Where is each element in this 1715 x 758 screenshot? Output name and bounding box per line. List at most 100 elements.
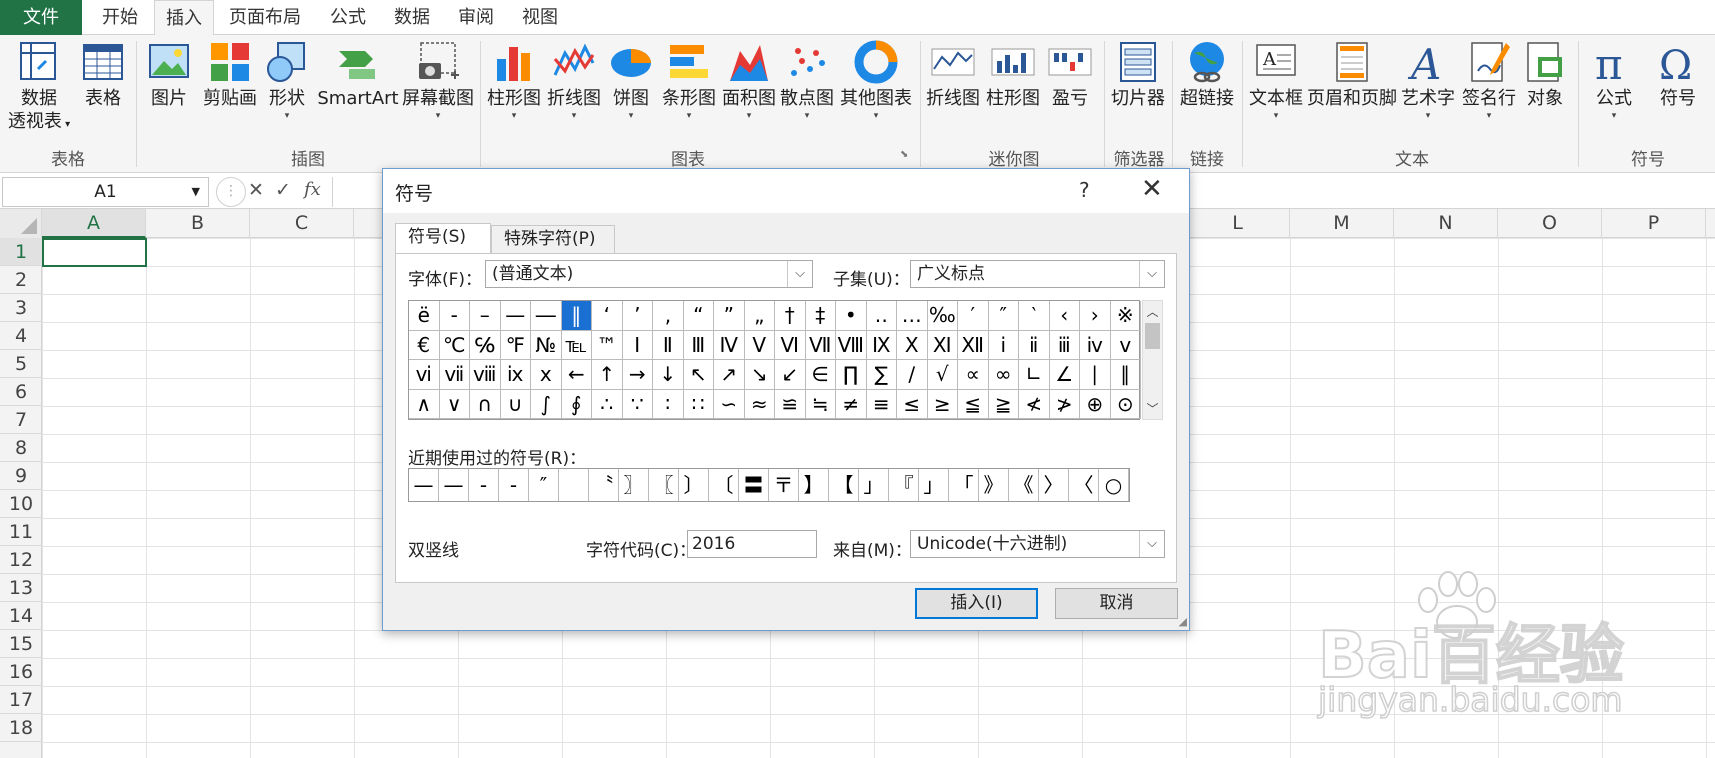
row-header-13[interactable]: 13 (0, 574, 42, 602)
table-button[interactable]: 表格 (78, 39, 128, 110)
scroll-up-icon[interactable]: ︿ (1143, 303, 1162, 320)
row-header-11[interactable]: 11 (0, 518, 42, 546)
symbol-cell[interactable]: ∥ (1110, 360, 1141, 390)
symbol-cell[interactable]: ← (561, 360, 592, 390)
symbol-cell[interactable]: ‘ (592, 301, 623, 331)
recent-symbol-cell[interactable]: 《 (1009, 469, 1039, 501)
symbol-cell[interactable]: Ⅻ (958, 330, 989, 360)
recent-symbol-cell[interactable]: 〗 (619, 469, 649, 501)
symbol-cell[interactable]: Ⅹ (897, 330, 928, 360)
column-chart-button[interactable]: 柱形图 ▾ (484, 39, 544, 122)
signature-line-button[interactable]: 签名行 ▾ (1458, 39, 1520, 122)
symbol-cell[interactable]: ℉ (500, 330, 531, 360)
symbol-cell[interactable]: ∮ (561, 389, 592, 419)
symbol-cell[interactable]: ‰ (927, 301, 958, 331)
dialog-title-bar[interactable]: 符号 ? ✕ (383, 169, 1189, 213)
symbol-cell[interactable]: ↓ (653, 360, 684, 390)
tab-home[interactable]: 开始 (90, 0, 150, 35)
header-footer-button[interactable]: 页眉和页脚 (1306, 39, 1398, 110)
symbol-cell[interactable]: № (531, 330, 562, 360)
enter-check-icon[interactable]: ✓ (275, 179, 291, 201)
symbol-cell[interactable]: † (775, 301, 806, 331)
recent-symbol-cell[interactable]: 〒 (769, 469, 799, 501)
symbol-cell[interactable]: ⅱ (1019, 330, 1050, 360)
name-box[interactable]: A1 ▼ (2, 177, 209, 207)
symbol-cell[interactable]: ≮ (1019, 389, 1050, 419)
recent-symbol-cell[interactable]: 〈 (1069, 469, 1099, 501)
symbol-cell[interactable]: – (470, 301, 501, 331)
recent-symbol-cell[interactable]: 〖 (649, 469, 679, 501)
symbol-cell[interactable]: ⊕ (1080, 389, 1111, 419)
symbol-cell[interactable]: „ (744, 301, 775, 331)
character-code-input[interactable]: 2016 (687, 530, 817, 558)
line-chart-button[interactable]: 折线图 ▾ (544, 39, 604, 122)
symbol-cell[interactable]: ’ (622, 301, 653, 331)
symbol-cell[interactable]: Ⅴ (744, 330, 775, 360)
symbol-cell[interactable]: ‡ (805, 301, 836, 331)
area-chart-button[interactable]: 面积图 ▾ (720, 39, 778, 122)
chevron-down-icon[interactable]: ⌵ (787, 261, 812, 287)
symbol-cell[interactable]: ∈ (805, 360, 836, 390)
sparkline-winloss-button[interactable]: 盈亏 (1046, 39, 1094, 110)
symbol-cell[interactable]: Ⅱ (653, 330, 684, 360)
column-header-m[interactable]: M (1290, 209, 1394, 238)
recent-symbol-cell[interactable]: ○ (1099, 469, 1129, 501)
symbol-grid-scrollbar[interactable]: ︿ ﹀ (1142, 300, 1163, 420)
charts-dialog-launcher-icon[interactable]: ⬊ (900, 149, 908, 160)
row-header-17[interactable]: 17 (0, 686, 42, 714)
symbol-cell[interactable]: ∣ (1080, 360, 1111, 390)
symbol-cell[interactable]: ∩ (470, 389, 501, 419)
recent-symbol-cell[interactable]: 〕 (679, 469, 709, 501)
recent-symbol-cell[interactable] (559, 469, 589, 501)
slicer-button[interactable]: 切片器 (1108, 39, 1168, 110)
column-header-a[interactable]: A (42, 209, 146, 238)
symbol-cell[interactable]: ∴ (592, 389, 623, 419)
picture-button[interactable]: 图片 (144, 39, 194, 110)
symbol-cell[interactable]: ∪ (500, 389, 531, 419)
row-header-12[interactable]: 12 (0, 546, 42, 574)
column-header-n[interactable]: N (1394, 209, 1498, 238)
symbol-cell[interactable]: ‹ (1049, 301, 1080, 331)
row-header-3[interactable]: 3 (0, 294, 42, 322)
row-header-7[interactable]: 7 (0, 406, 42, 434)
subset-dropdown[interactable]: 广义标点 ⌵ (910, 260, 1165, 288)
symbol-cell[interactable]: ∏ (836, 360, 867, 390)
symbol-cell[interactable]: Ⅶ (805, 330, 836, 360)
resize-grip-icon[interactable]: ◢ (1179, 615, 1187, 628)
help-button[interactable]: ? (1079, 178, 1090, 202)
symbol-cell[interactable]: ⅷ (470, 360, 501, 390)
scroll-down-icon[interactable]: ﹀ (1143, 400, 1162, 417)
screenshot-button[interactable]: 屏幕截图 ▾ (402, 39, 474, 122)
pie-chart-button[interactable]: 饼图 ▾ (606, 39, 656, 122)
symbol-cell[interactable]: ⅲ (1049, 330, 1080, 360)
bar-chart-button[interactable]: 条形图 ▾ (660, 39, 718, 122)
symbol-cell[interactable]: ≯ (1049, 389, 1080, 419)
symbol-cell[interactable]: Ⅺ (927, 330, 958, 360)
recent-symbol-cell[interactable]: 」 (859, 469, 889, 501)
recent-symbol-cell[interactable]: - (469, 469, 499, 501)
symbol-cell[interactable]: ″ (988, 301, 1019, 331)
equation-button[interactable]: π 公式 ▾ (1584, 39, 1644, 122)
sparkline-column-button[interactable]: 柱形图 (984, 39, 1042, 110)
symbol-cell[interactable]: ” (714, 301, 745, 331)
object-button[interactable]: 对象 (1520, 39, 1570, 110)
row-header-10[interactable]: 10 (0, 490, 42, 518)
tab-symbols[interactable]: 符号(S) (395, 223, 491, 254)
column-header-p[interactable]: P (1602, 209, 1706, 238)
recent-symbol-cell[interactable]: - (499, 469, 529, 501)
tab-file[interactable]: 文件 (0, 0, 82, 35)
symbol-cell[interactable]: ∑ (866, 360, 897, 390)
symbol-cell[interactable]: Ⅵ (775, 330, 806, 360)
symbol-cell[interactable]: ≌ (775, 389, 806, 419)
symbol-cell[interactable]: ⅴ (1110, 330, 1141, 360)
symbol-cell[interactable]: ℃ (439, 330, 470, 360)
row-header-1[interactable]: 1 (0, 238, 42, 266)
symbol-cell[interactable]: ⊙ (1110, 389, 1141, 419)
symbol-cell[interactable]: ∶ (653, 389, 684, 419)
symbol-cell[interactable]: ⅸ (500, 360, 531, 390)
scrollbar-thumb[interactable] (1145, 323, 1160, 349)
symbol-cell[interactable]: € (409, 330, 440, 360)
symbol-cell[interactable]: ↖ (683, 360, 714, 390)
sparkline-line-button[interactable]: 折线图 (924, 39, 982, 110)
pivot-table-button[interactable]: 数据 透视表 ▾ (4, 39, 74, 136)
